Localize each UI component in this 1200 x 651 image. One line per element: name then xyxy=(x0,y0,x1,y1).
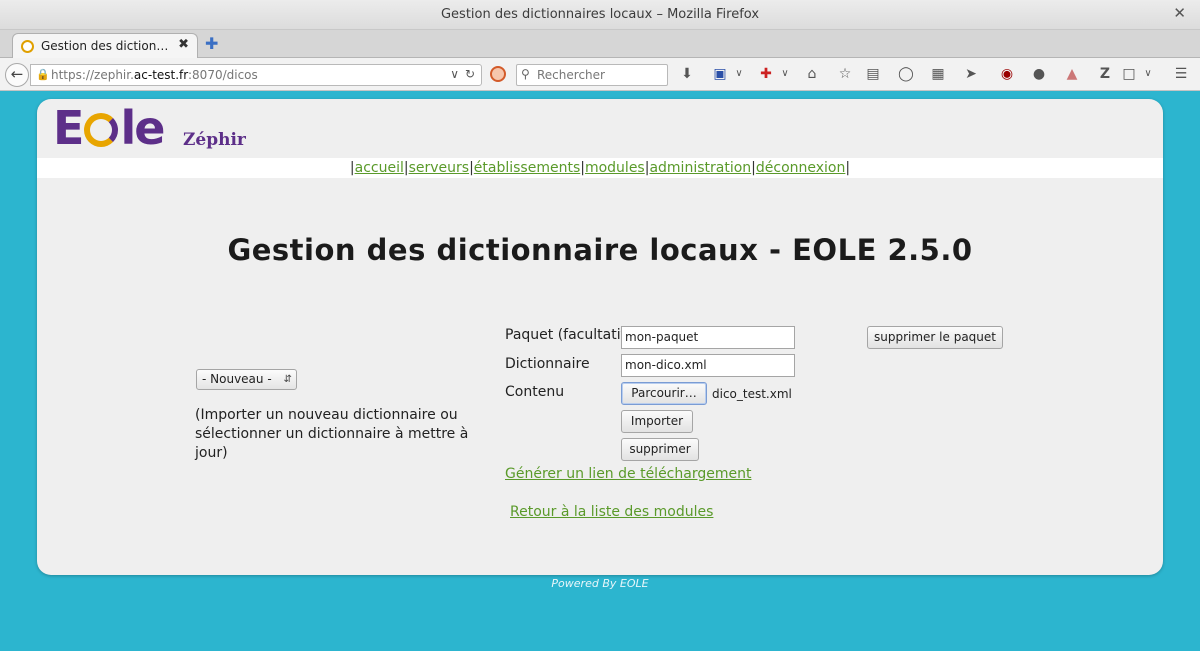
back-arrow-icon[interactable]: ← xyxy=(5,63,29,87)
back-to-modules-link[interactable]: Retour à la liste des modules xyxy=(510,504,713,520)
page-icon[interactable]: □ xyxy=(1120,65,1138,83)
content-label: Contenu xyxy=(505,384,565,400)
download-icon[interactable]: ⬇ xyxy=(678,65,696,83)
menu-link-administration[interactable]: administration xyxy=(649,160,751,176)
send-tab-icon[interactable]: ➤ xyxy=(962,65,980,83)
tab-close-icon[interactable]: ✖ xyxy=(178,37,189,52)
menu-link-modules[interactable]: modules xyxy=(585,160,645,176)
chat-bubble-icon[interactable]: ● xyxy=(1030,65,1048,83)
tab-strip: Gestion des diction… ✖ ✚ xyxy=(0,30,1200,59)
search-input[interactable] xyxy=(537,67,663,83)
bookmark-star-icon[interactable]: ☆ xyxy=(836,65,854,83)
grid-apps-icon[interactable]: ▦ xyxy=(929,65,947,83)
powered-by-footer: Powered By EOLE xyxy=(551,577,649,590)
tab-label: Gestion des diction… xyxy=(41,39,169,53)
main-menu: |accueil|serveurs|établissements|modules… xyxy=(37,158,1163,178)
package-input[interactable]: mon-paquet xyxy=(621,326,795,349)
home-icon[interactable]: ⌂ xyxy=(803,65,821,83)
search-bar[interactable]: ⚲ xyxy=(516,64,668,86)
save-page-icon[interactable]: ▣ xyxy=(711,65,729,83)
browser-tab[interactable]: Gestion des diction… ✖ xyxy=(12,33,198,59)
delete-button[interactable]: supprimer xyxy=(621,438,699,461)
zotero-icon[interactable]: Z xyxy=(1096,65,1114,83)
menu-link-etablissements[interactable]: établissements xyxy=(474,160,580,176)
ublock-origin-icon[interactable]: ◉ xyxy=(998,65,1016,83)
url-dropdown-icon[interactable]: ∨ xyxy=(450,67,459,81)
url-bar[interactable]: 🔒 https://zephir.ac-test.fr:8070/dicos ∨… xyxy=(30,64,482,86)
page-title: Gestion des dictionnaire locaux - EOLE 2… xyxy=(227,233,973,267)
reload-icon[interactable]: ↻ xyxy=(465,67,475,81)
page-card: Ele Zéphir |accueil|serveurs|établisseme… xyxy=(37,99,1163,575)
dictionary-label: Dictionnaire xyxy=(505,356,590,372)
search-icon: ⚲ xyxy=(521,67,530,81)
url-text: https://zephir.ac-test.fr:8070/dicos xyxy=(51,68,258,82)
navigation-toolbar: ← 🔒 https://zephir.ac-test.fr:8070/dicos… xyxy=(0,58,1200,91)
medical-cross-icon[interactable]: ✚ xyxy=(757,65,775,83)
browse-button[interactable]: Parcourir… xyxy=(621,382,707,405)
delete-package-button[interactable]: supprimer le paquet xyxy=(867,326,1003,349)
window-title: Gestion des dictionnaires locaux – Mozil… xyxy=(440,7,760,22)
menu-link-serveurs[interactable]: serveurs xyxy=(409,160,469,176)
select-updown-icon: ⇵ xyxy=(283,374,292,385)
download-link[interactable]: Générer un lien de téléchargement xyxy=(505,466,751,482)
selected-file-name: dico_test.xml xyxy=(712,387,792,401)
pocket-icon[interactable]: ◯ xyxy=(897,65,915,83)
chevron-down-icon[interactable]: ∨ xyxy=(734,65,744,83)
package-label: Paquet (facultatif) xyxy=(505,327,631,343)
ublock-stop-icon[interactable] xyxy=(490,66,506,82)
menu-link-deconnexion[interactable]: déconnexion xyxy=(756,160,846,176)
dictionary-input[interactable]: mon-dico.xml xyxy=(621,354,795,377)
new-tab-icon[interactable]: ✚ xyxy=(205,34,218,53)
extension-icon[interactable]: ▲ xyxy=(1063,65,1081,83)
eole-logo: Ele xyxy=(53,101,165,155)
chevron-down-icon[interactable]: ∨ xyxy=(1143,65,1153,83)
hamburger-menu-icon[interactable]: ☰ xyxy=(1172,65,1190,83)
dictionary-select[interactable]: - Nouveau - ⇵ xyxy=(196,369,297,390)
favicon-icon xyxy=(21,40,34,53)
lock-icon: 🔒 xyxy=(36,68,50,81)
chevron-down-icon[interactable]: ∨ xyxy=(780,65,790,83)
window-close-icon[interactable]: ✕ xyxy=(1173,4,1186,22)
import-hint: (Importer un nouveau dictionnaire ou sél… xyxy=(195,407,469,461)
import-button[interactable]: Importer xyxy=(621,410,693,433)
window-titlebar: Gestion des dictionnaires locaux – Mozil… xyxy=(0,0,1200,30)
app-name: Zéphir xyxy=(183,130,246,150)
reading-list-icon[interactable]: ▤ xyxy=(864,65,882,83)
menu-link-accueil[interactable]: accueil xyxy=(355,160,404,176)
